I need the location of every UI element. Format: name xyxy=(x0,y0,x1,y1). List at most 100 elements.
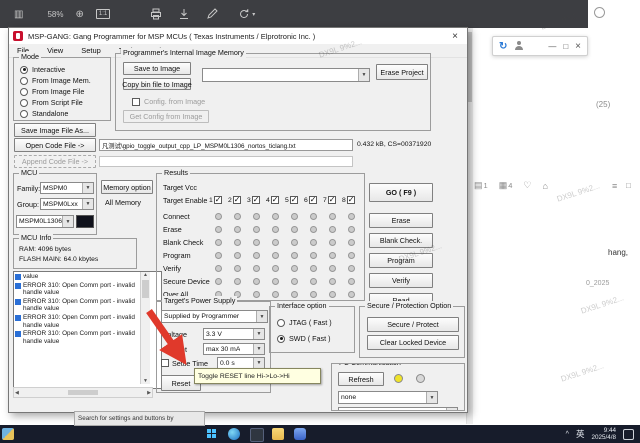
pc-communication-group: PC Communication Refresh none▼ MSP-GA▼ xyxy=(331,363,465,411)
file-explorer-icon[interactable] xyxy=(272,428,284,440)
minimize-icon[interactable]: — xyxy=(548,42,556,51)
actual-size-icon[interactable]: 1:1 xyxy=(95,9,111,19)
chevron-down-icon[interactable]: ▼ xyxy=(253,329,264,339)
rotate-icon[interactable] xyxy=(238,8,250,20)
chevron-down-icon[interactable]: ▼ xyxy=(82,183,93,193)
memory-option-button[interactable]: Memory option xyxy=(101,180,153,194)
log-entry[interactable]: ERROR 310: Open Comm port - invalid hand… xyxy=(15,282,151,297)
print-icon[interactable] xyxy=(150,8,162,20)
log-horizontal-scrollbar[interactable]: ◀ ▶ xyxy=(13,387,153,398)
secure-protect-button[interactable]: Secure / Protect xyxy=(367,317,459,332)
channel-enable-checkbox[interactable]: 6 xyxy=(304,195,323,204)
contact-icon[interactable] xyxy=(514,41,524,51)
title-bar[interactable]: MSP-GANG: Gang Programmer for MSP MCUs (… xyxy=(9,28,467,45)
program-button[interactable]: Program xyxy=(369,253,433,268)
refresh-button[interactable]: Refresh xyxy=(338,372,384,386)
channel-enable-checkbox[interactable]: 7 xyxy=(323,195,342,204)
chevron-down-icon[interactable]: ▼ xyxy=(82,199,93,209)
current-combo[interactable]: max 30 mA ▼ xyxy=(203,343,265,355)
zoom-in-icon[interactable]: ⊕ xyxy=(75,9,83,20)
chevron-down-icon[interactable]: ▼ xyxy=(446,408,457,410)
clear-locked-device-button[interactable]: Clear Locked Device xyxy=(367,335,459,350)
annotate-pen-icon[interactable] xyxy=(206,8,218,20)
notification-center-icon[interactable] xyxy=(623,428,634,440)
voltage-combo[interactable]: 3.3 V ▼ xyxy=(203,328,265,340)
log-entry[interactable]: value xyxy=(15,273,151,281)
download-icon[interactable] xyxy=(178,8,190,20)
save-image-file-button[interactable]: Save Image File As... xyxy=(14,123,96,137)
menu-icon[interactable]: ≡ xyxy=(612,181,617,191)
home-icon[interactable]: ⌂ xyxy=(542,181,547,191)
chevron-down-icon[interactable]: ▼ xyxy=(62,216,73,227)
save-to-image-button[interactable]: Save to Image xyxy=(123,62,191,75)
scroll-right-icon[interactable]: ▶ xyxy=(147,390,151,396)
heart-icon[interactable]: ♡ xyxy=(523,180,531,191)
settle-time-checkbox[interactable] xyxy=(161,359,169,367)
channel-enable-checkbox[interactable]: 5 xyxy=(285,195,304,204)
edge-browser-icon[interactable] xyxy=(228,428,240,440)
copy-bin-to-image-button[interactable]: Copy bin file to Image xyxy=(122,78,192,90)
verify-button[interactable]: Verify xyxy=(369,273,433,288)
group-combo[interactable]: MSPM0Lxx ▼ xyxy=(40,198,94,210)
account-icon[interactable] xyxy=(594,7,605,18)
mode-from-image-mem[interactable]: From Image Mem. xyxy=(20,76,91,85)
start-button[interactable] xyxy=(207,429,217,439)
power-source-combo[interactable]: Supplied by Programmer ▼ xyxy=(161,310,268,323)
chat-app-icon[interactable] xyxy=(294,428,306,440)
erase-project-button[interactable]: Erase Project xyxy=(376,64,428,80)
menu-setup[interactable]: Setup xyxy=(81,46,101,55)
device-combo[interactable]: MSPM0L1306 ▼ xyxy=(16,215,74,228)
channel-enable-checkbox[interactable]: 2 xyxy=(228,195,247,204)
scroll-left-icon[interactable]: ◀ xyxy=(15,390,19,396)
log-vertical-scrollbar[interactable]: ▲ ▼ xyxy=(140,272,150,384)
mode-standalone[interactable]: Standalone xyxy=(20,109,68,118)
terminal-app-icon[interactable] xyxy=(250,428,264,442)
image-select-combo[interactable]: ▼ xyxy=(202,68,370,82)
jtag-radio[interactable]: JTAG ( Fast ) xyxy=(277,318,332,327)
ime-language-indicator[interactable]: 英 xyxy=(576,428,585,440)
family-combo[interactable]: MSPM0 ▼ xyxy=(40,182,94,194)
close-icon[interactable]: × xyxy=(575,41,581,52)
log-entry[interactable]: ERROR 310: Open Comm port - invalid hand… xyxy=(15,314,151,329)
rotate-caret-icon[interactable]: ▾ xyxy=(252,11,255,18)
maximize-icon[interactable]: □ xyxy=(563,42,568,51)
list-icon[interactable]: ▤1 xyxy=(474,180,488,191)
widgets-icon[interactable] xyxy=(2,428,14,440)
swd-radio[interactable]: SWD ( Fast ) xyxy=(277,334,331,343)
chevron-down-icon[interactable]: ▼ xyxy=(253,344,264,354)
mode-from-image-file[interactable]: From Image File xyxy=(20,87,84,96)
mode-from-script-file[interactable]: From Script File xyxy=(20,98,83,107)
channel-enable-checkbox[interactable]: 8 xyxy=(342,195,361,204)
tray-expand-icon[interactable]: ^ xyxy=(566,431,569,438)
mode-interactive[interactable]: Interactive xyxy=(20,65,65,74)
get-config-from-image-button[interactable]: Get Config from Image xyxy=(123,110,209,123)
sidebar-panel-icon[interactable]: ▥ xyxy=(14,9,23,20)
go-button[interactable]: GO ( F9 ) xyxy=(369,183,433,202)
erase-button[interactable]: Erase xyxy=(369,213,433,228)
append-code-file-button[interactable]: Append Code File -> xyxy=(14,155,96,168)
log-entry[interactable]: ERROR 310: Open Comm port - invalid hand… xyxy=(15,330,151,345)
blank-check-button[interactable]: Blank Check. xyxy=(369,233,433,248)
channel-enable-checkbox[interactable]: 4 xyxy=(266,195,285,204)
chevron-down-icon[interactable]: ▼ xyxy=(426,392,437,403)
comm-port-combo[interactable]: none ▼ xyxy=(338,391,438,404)
status-indicator xyxy=(272,252,279,259)
programmer-combo[interactable]: MSP-GA▼ xyxy=(338,407,458,410)
chevron-down-icon[interactable]: ▼ xyxy=(358,69,369,81)
menu-view[interactable]: View xyxy=(47,46,63,55)
code-file-path[interactable]: 凡测试\gpio_toggle_output_cpp_LP_MSPM0L1306… xyxy=(99,139,353,151)
channel-enable-checkbox[interactable]: 3 xyxy=(247,195,266,204)
chevron-down-icon[interactable]: ▼ xyxy=(253,358,264,368)
zoom-level[interactable]: 58% xyxy=(47,10,63,19)
taskbar-clock[interactable]: 9:44 2025/4/8 xyxy=(591,427,616,441)
open-code-file-button[interactable]: Open Code File -> xyxy=(14,138,96,152)
sync-icon[interactable]: ↻ xyxy=(499,41,507,52)
channel-enable-checkbox[interactable]: 1 xyxy=(209,195,228,204)
log-entry[interactable]: ERROR 310: Open Comm port - invalid hand… xyxy=(15,298,151,313)
close-button[interactable]: × xyxy=(447,29,463,43)
config-from-image-checkbox[interactable]: Config. from Image xyxy=(132,97,205,106)
code-file-info: 0.432 kB, CS=00371920 xyxy=(357,141,432,148)
grid-icon[interactable]: ▦4 xyxy=(499,180,513,191)
window-icon[interactable]: □ xyxy=(626,181,631,190)
chevron-down-icon[interactable]: ▼ xyxy=(256,311,267,322)
